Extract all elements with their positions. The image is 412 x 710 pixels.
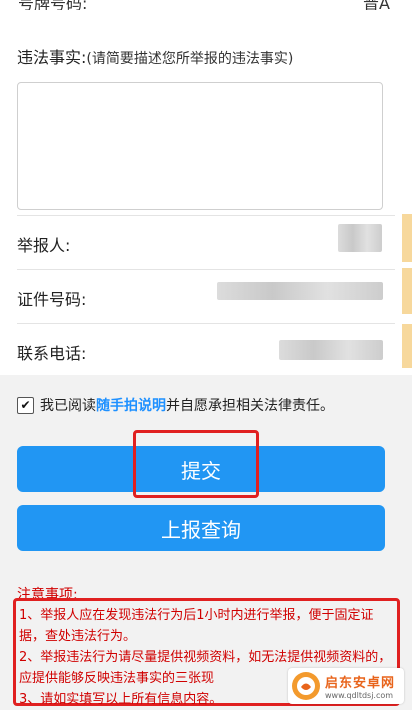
watermark-url: www.qdltdsj.com <box>325 691 394 700</box>
watermark-name: 启东安卓网 <box>325 676 396 691</box>
plate-number-label: 号牌号码: <box>18 0 88 10</box>
query-reports-button[interactable]: 上报查询 <box>17 505 385 551</box>
note-item: 1、举报人应在发现违法行为后1小时内进行举报，便于固定证据，查处违法行为。 <box>19 608 374 644</box>
agreement-row[interactable]: ✔ 我已阅读 随手拍说明 并自愿承担相关法律责任。 <box>17 395 334 415</box>
reporter-row[interactable]: 举报人: <box>17 215 395 269</box>
edge-indicator <box>402 214 412 262</box>
phone-row[interactable]: 联系电话: <box>17 323 395 377</box>
submit-highlight-box <box>133 430 259 498</box>
violation-description-input[interactable] <box>17 82 383 210</box>
id-number-value-redacted <box>217 282 383 300</box>
id-number-label: 证件号码: <box>17 290 87 309</box>
watermark: 启东安卓网 www.qdltdsj.com <box>288 668 404 704</box>
instructions-link[interactable]: 随手拍说明 <box>96 395 166 415</box>
agreement-suffix: 并自愿承担相关法律责任。 <box>166 398 334 414</box>
violation-description-label: 违法事实:(请简要描述您所举报的违法事实) <box>17 44 293 68</box>
violation-label-text: 违法事实: <box>17 48 87 67</box>
edge-indicator <box>402 268 412 314</box>
violation-label-hint: (请简要描述您所举报的违法事实) <box>86 51 294 67</box>
reporter-label: 举报人: <box>17 236 71 255</box>
id-number-row[interactable]: 证件号码: <box>17 269 395 323</box>
plate-number-row: 号牌号码: 晋A <box>0 0 412 10</box>
phone-value-redacted <box>279 340 383 360</box>
agreement-prefix: 我已阅读 <box>40 398 96 414</box>
agreement-checkbox[interactable]: ✔ <box>17 396 34 414</box>
phone-label: 联系电话: <box>17 344 87 363</box>
report-form: 违法事实:(请简要描述您所举报的违法事实) 举报人: 证件号码: 联系电话: <box>0 10 412 375</box>
watermark-logo-icon <box>292 672 320 700</box>
reporter-value-redacted <box>338 224 382 252</box>
edge-indicator <box>402 324 412 368</box>
plate-number-value[interactable]: 晋A <box>363 0 390 10</box>
